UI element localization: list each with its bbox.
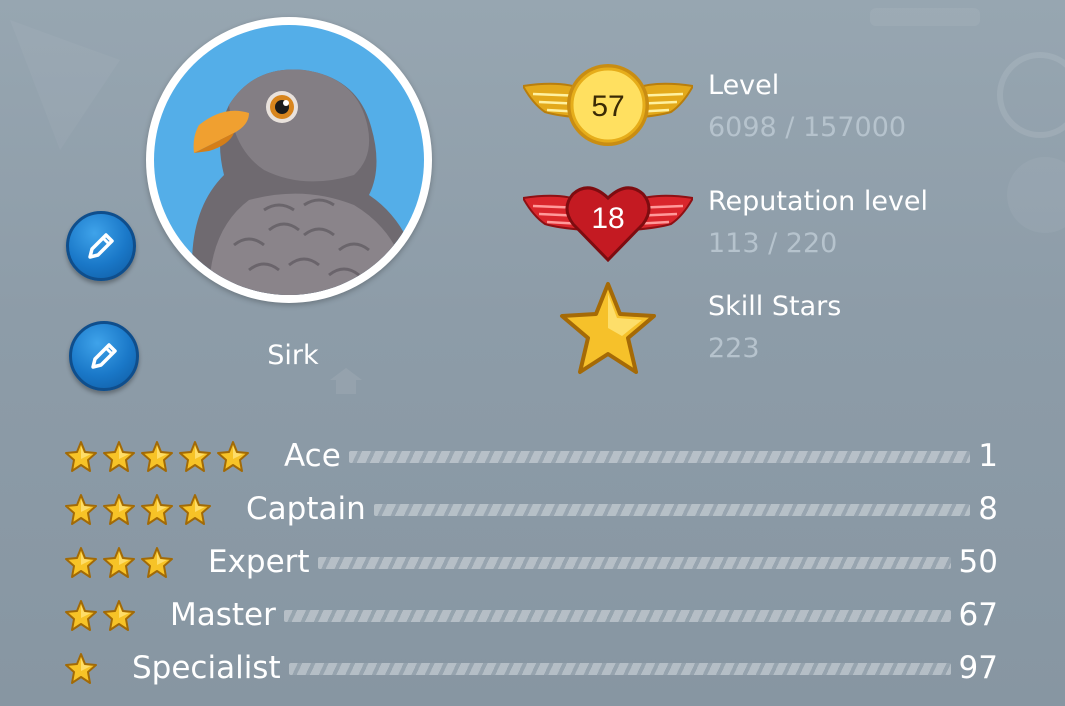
rank-stars — [64, 546, 178, 580]
rank-stars — [64, 440, 254, 474]
rank-divider — [318, 557, 951, 569]
star-icon — [140, 440, 174, 478]
star-icon — [102, 599, 136, 637]
rank-row: Expert 50 — [64, 542, 1004, 582]
red-winged-heart-icon: 18 — [521, 178, 695, 266]
reputation-label: Reputation level — [708, 186, 929, 217]
edit-name-button[interactable] — [69, 321, 139, 391]
level-label: Level — [708, 70, 780, 101]
gold-winged-badge-icon: 57 — [521, 60, 695, 156]
star-icon — [102, 440, 136, 478]
star-icon — [64, 546, 98, 584]
gold-star-icon — [556, 280, 660, 380]
rank-count: 1 — [978, 438, 998, 474]
level-progress-value: 6098 / 157000 — [708, 112, 907, 143]
rank-row: Ace 1 — [64, 436, 1004, 476]
rank-count: 67 — [958, 597, 998, 633]
rank-name: Specialist — [132, 650, 281, 686]
skill-stars-value: 223 — [708, 333, 760, 364]
rank-row: Specialist 97 — [64, 648, 1004, 688]
rank-name: Master — [170, 597, 276, 633]
star-icon — [216, 440, 250, 478]
star-icon — [102, 493, 136, 531]
rank-divider — [284, 610, 951, 622]
player-name: Sirk — [267, 340, 319, 371]
reputation-progress-value: 113 / 220 — [708, 228, 838, 259]
avatar[interactable] — [146, 17, 432, 303]
reputation-badge-number: 18 — [591, 202, 624, 235]
rank-count: 97 — [958, 650, 998, 686]
rank-divider — [349, 451, 970, 463]
rank-divider — [289, 663, 951, 675]
star-icon — [64, 599, 98, 637]
rank-row: Master 67 — [64, 595, 1004, 635]
star-icon — [102, 546, 136, 584]
rank-stars — [64, 652, 102, 686]
star-icon — [64, 440, 98, 478]
pencil-icon — [91, 343, 117, 369]
rank-name: Ace — [284, 438, 341, 474]
star-icon — [64, 493, 98, 531]
rank-name: Captain — [246, 491, 366, 527]
rank-stars — [64, 599, 140, 633]
star-icon — [140, 546, 174, 584]
rank-row: Captain 8 — [64, 489, 1004, 529]
rank-count: 50 — [958, 544, 998, 580]
level-badge-number: 57 — [591, 90, 624, 123]
rank-stars — [64, 493, 216, 527]
rank-divider — [374, 504, 970, 516]
star-icon — [178, 493, 212, 531]
rank-name: Expert — [208, 544, 310, 580]
rank-count: 8 — [978, 491, 998, 527]
edit-avatar-button[interactable] — [66, 211, 136, 281]
pencil-icon — [88, 233, 114, 259]
star-icon — [178, 440, 212, 478]
skill-stars-label: Skill Stars — [708, 291, 842, 322]
star-icon — [140, 493, 174, 531]
star-icon — [64, 652, 98, 690]
pigeon-avatar-icon — [154, 25, 424, 295]
